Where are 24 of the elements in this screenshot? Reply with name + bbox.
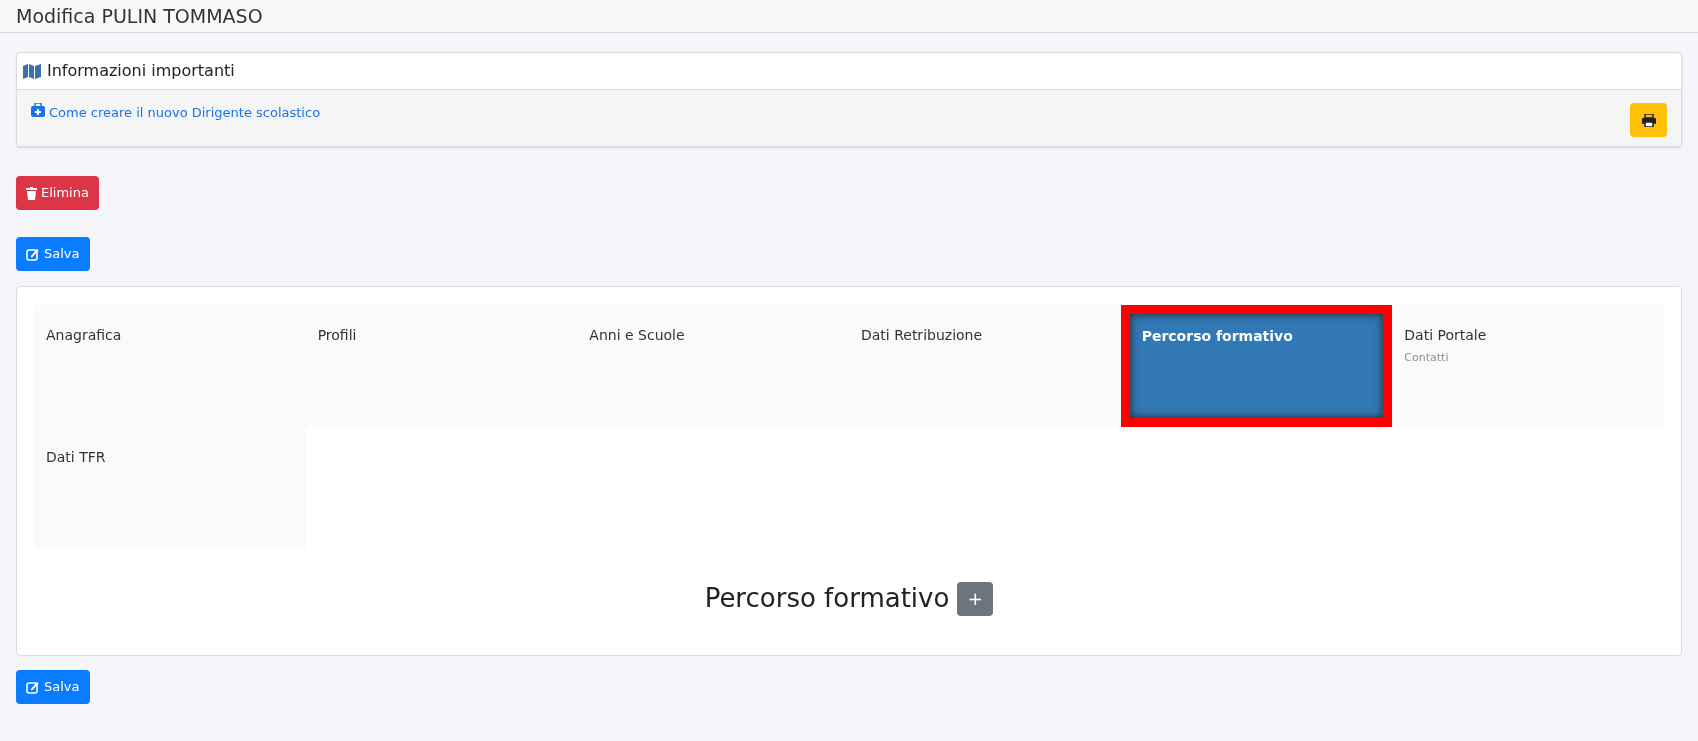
print-icon (1641, 113, 1656, 127)
medkit-icon (31, 103, 45, 117)
tab[interactable]: Percorso formativo (1120, 305, 1393, 427)
edit-icon (26, 680, 39, 694)
tab[interactable]: Profili (305, 305, 578, 427)
page-title: Modifica PULIN TOMMASO (16, 3, 263, 29)
print-button[interactable] (1630, 103, 1667, 137)
tab[interactable]: Dati Portale Contatti (1392, 305, 1664, 427)
save-button[interactable]: Salva (16, 237, 90, 271)
tab-subtitle: Contatti (1404, 350, 1450, 366)
trash-icon (26, 186, 37, 200)
edit-icon (26, 247, 39, 261)
add-button[interactable]: + (957, 581, 994, 616)
section-heading: Percorso formativo (704, 582, 950, 615)
tab[interactable]: Dati TFR (34, 427, 306, 549)
map-icon (23, 63, 41, 79)
help-link[interactable]: Come creare il nuovo Dirigente scolastico (49, 103, 321, 123)
delete-button[interactable]: Elimina (16, 176, 99, 210)
panel-title: Informazioni importanti (47, 60, 235, 82)
tab[interactable]: Anni e Scuole (577, 305, 849, 427)
save-button[interactable]: Salva (16, 670, 90, 704)
tab[interactable]: Anagrafica (34, 305, 306, 427)
tab-label: Dati Portale (1404, 327, 1487, 343)
tab[interactable]: Dati Retribuzione (849, 305, 1121, 427)
